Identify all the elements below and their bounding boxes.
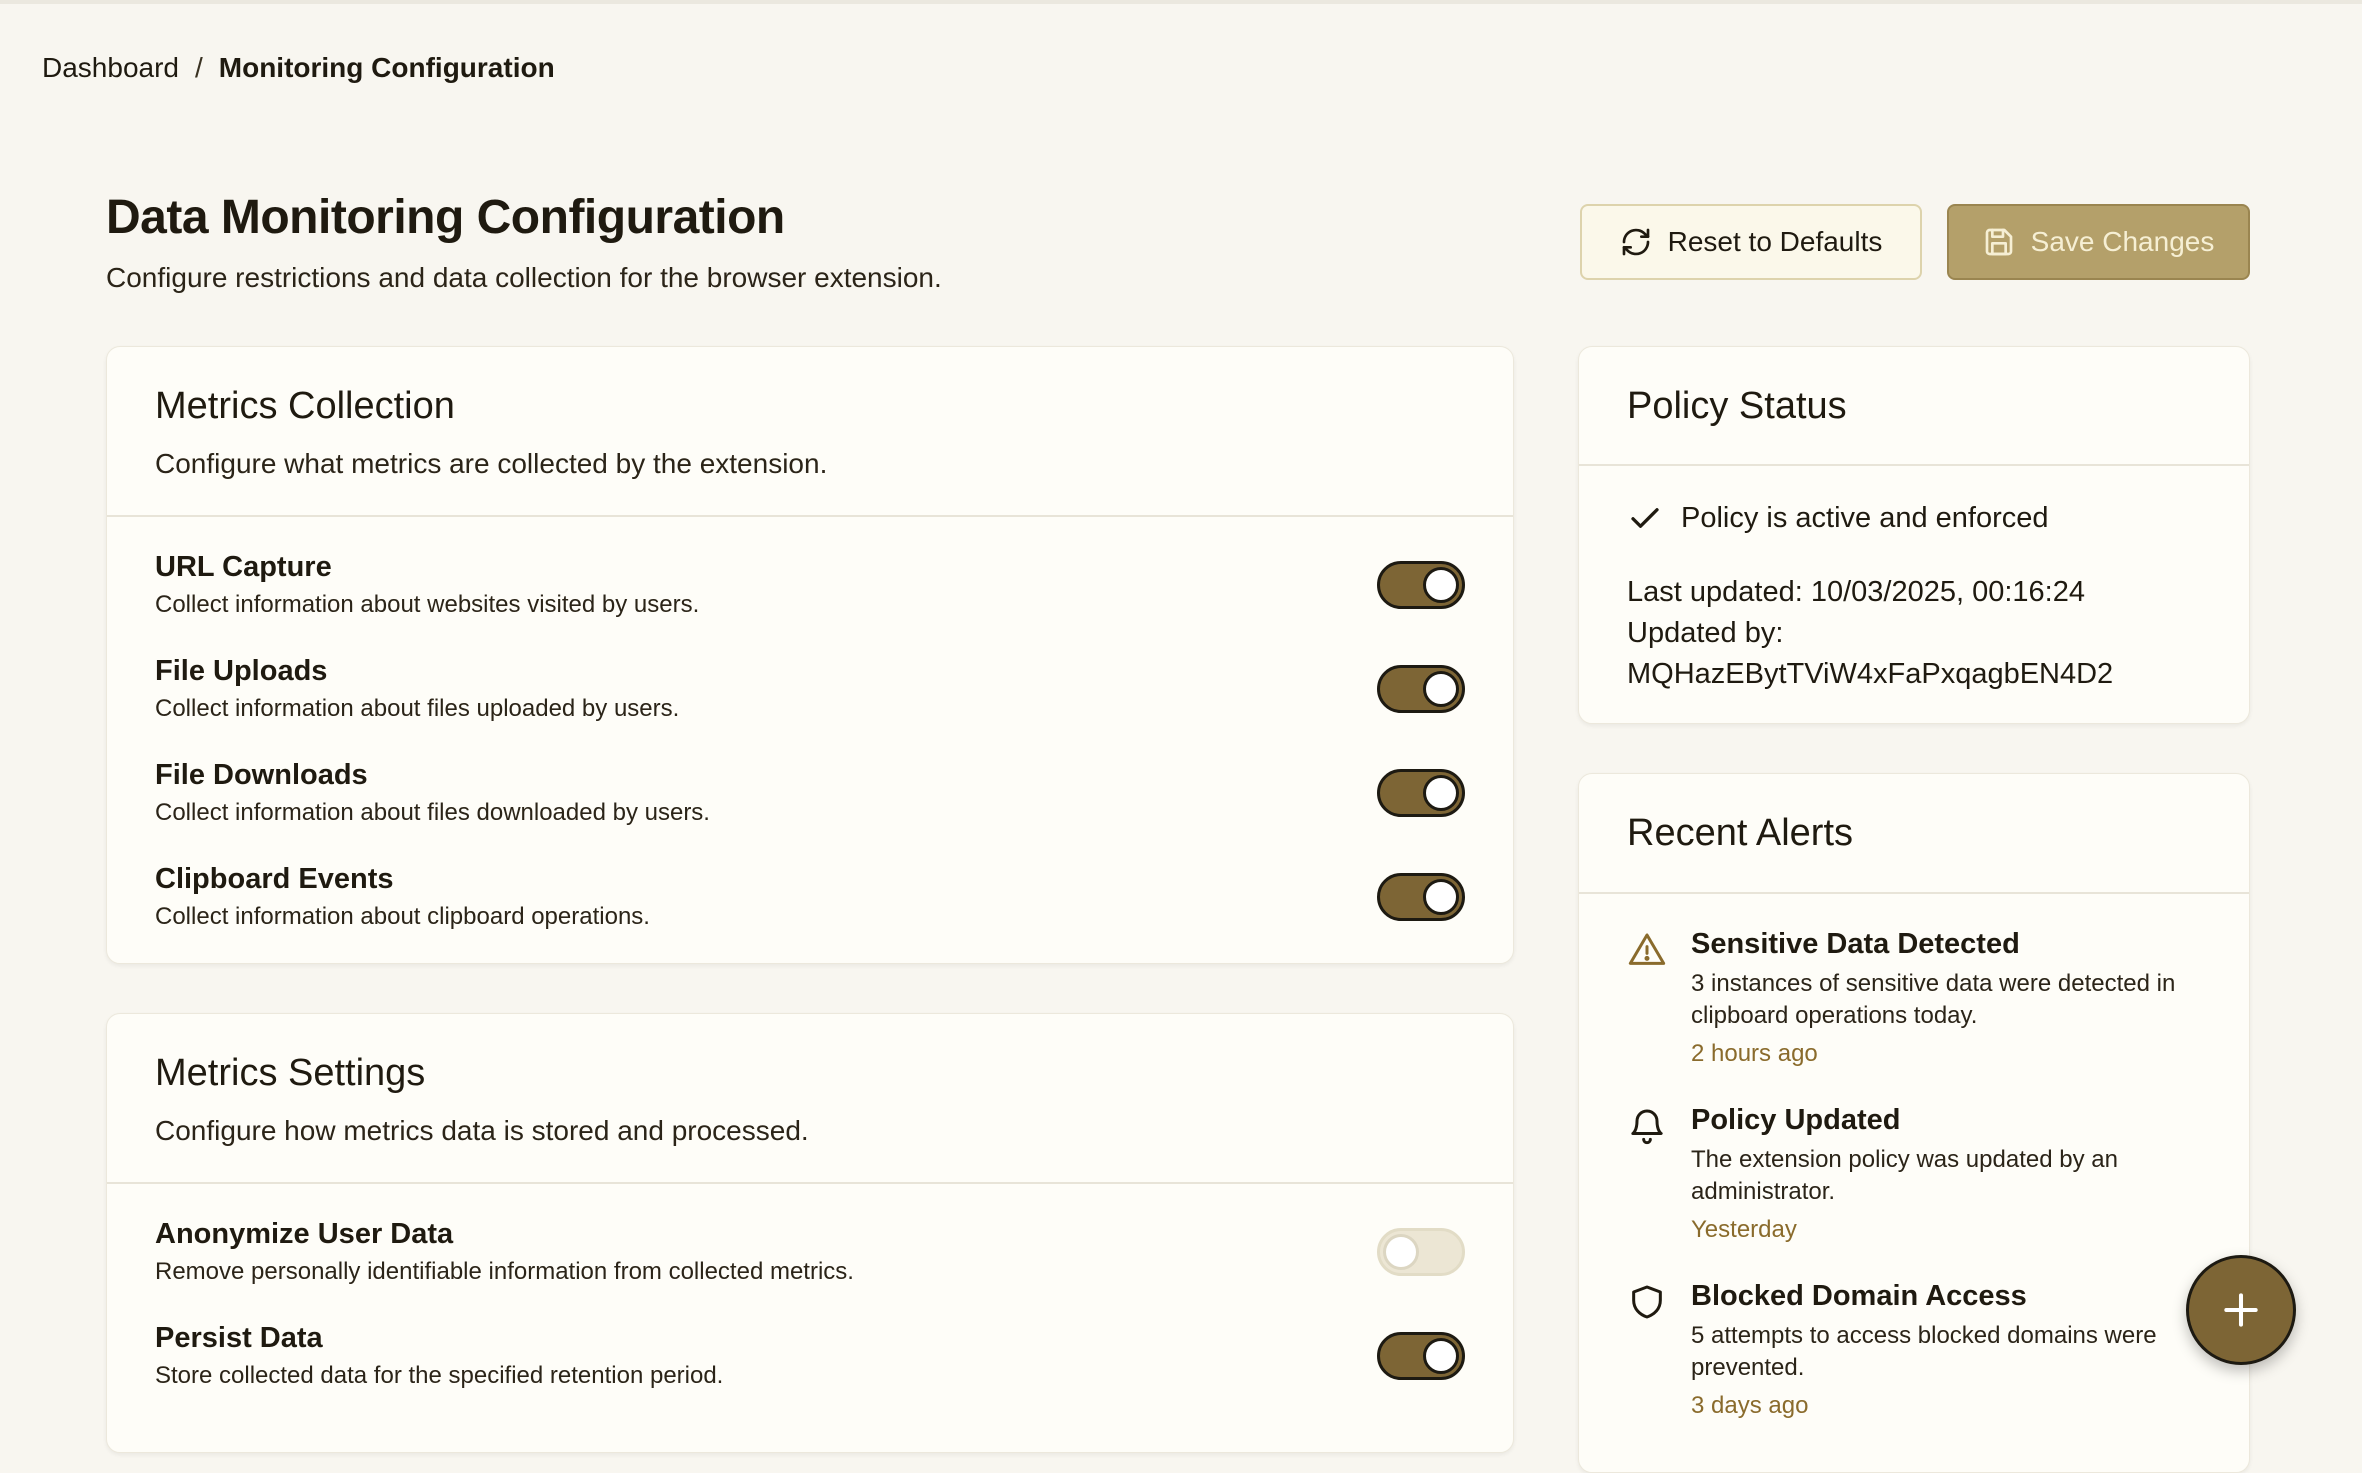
clipboard-events-toggle[interactable]: [1377, 873, 1465, 921]
metrics-collection-card: Metrics Collection Configure what metric…: [106, 346, 1514, 964]
metrics-settings-card: Metrics Settings Configure how metrics d…: [106, 1013, 1514, 1453]
updated-by-value: MQHazEBytTViW4xFaPxqagbEN4D2: [1627, 658, 2114, 690]
recent-alerts-card: Recent Alerts Sensitive Data Detected 3 …: [1578, 773, 2250, 1473]
alert-description: 5 attempts to access blocked domains wer…: [1691, 1322, 2157, 1381]
shield-icon: [1632, 1285, 1662, 1319]
setting-description: Collect information about files uploaded…: [155, 695, 680, 722]
alert-title: Blocked Domain Access: [1691, 1280, 2027, 1312]
add-fab-button[interactable]: [2186, 1255, 2296, 1365]
toggle-knob: [1423, 879, 1459, 915]
metrics-collection-header: Metrics Collection Configure what metric…: [107, 347, 1513, 517]
setting-row-file-uploads: File Uploads Collect information about f…: [155, 655, 1465, 745]
page-title: Data Monitoring Configuration: [106, 191, 785, 244]
bell-icon: [1631, 1109, 1663, 1145]
file-uploads-toggle[interactable]: [1377, 665, 1465, 713]
setting-description: Collect information about clipboard oper…: [155, 903, 650, 930]
alert-item[interactable]: Blocked Domain Access 5 attempts to acce…: [1627, 1280, 2229, 1430]
alert-time: 3 days ago: [1691, 1392, 1809, 1419]
check-icon: [1631, 508, 1659, 528]
plus-icon: [2224, 1293, 2258, 1327]
url-capture-toggle[interactable]: [1377, 561, 1465, 609]
save-button-label: Save Changes: [2030, 226, 2215, 257]
save-icon: [1985, 228, 2012, 256]
alert-title: Sensitive Data Detected: [1691, 928, 2020, 960]
metrics-settings-description: Configure how metrics data is stored and…: [155, 1115, 809, 1146]
alert-title: Policy Updated: [1691, 1104, 1901, 1136]
save-changes-button[interactable]: Save Changes: [1947, 204, 2250, 280]
recent-alerts-title: Recent Alerts: [1627, 812, 1853, 854]
setting-title: Clipboard Events: [155, 863, 394, 895]
setting-description: Remove personally identifiable informati…: [155, 1258, 854, 1285]
last-updated: Last updated: 10/03/2025, 00:16:24: [1627, 576, 2085, 608]
metrics-settings-title: Metrics Settings: [155, 1052, 426, 1094]
warning-icon: [1628, 933, 1666, 965]
file-downloads-toggle[interactable]: [1377, 769, 1465, 817]
breadcrumb-dashboard-link[interactable]: Dashboard: [42, 52, 179, 84]
policy-status-title: Policy Status: [1627, 385, 1847, 427]
policy-active-status: Policy is active and enforced: [1627, 500, 2201, 536]
toggle-knob: [1383, 1234, 1419, 1270]
reset-to-defaults-button[interactable]: Reset to Defaults: [1580, 204, 1922, 280]
setting-description: Store collected data for the specified r…: [155, 1362, 724, 1389]
reset-button-label: Reset to Defaults: [1667, 226, 1883, 257]
alert-time: 2 hours ago: [1691, 1040, 1818, 1067]
breadcrumb: Dashboard / Monitoring Configuration: [42, 52, 555, 84]
breadcrumb-separator: /: [194, 52, 203, 83]
setting-row-persist-data: Persist Data Store collected data for th…: [155, 1322, 1465, 1412]
metrics-settings-header: Metrics Settings Configure how metrics d…: [107, 1014, 1513, 1184]
setting-description: Collect information about files download…: [155, 799, 710, 826]
setting-description: Collect information about websites visit…: [155, 591, 700, 618]
toggle-knob: [1423, 775, 1459, 811]
top-border: [0, 0, 2362, 4]
policy-status-card: Policy Status Policy is active and enfor…: [1578, 346, 2250, 724]
metrics-collection-description: Configure what metrics are collected by …: [155, 448, 828, 479]
setting-title: File Uploads: [155, 655, 328, 687]
updated-by-label: Updated by:: [1627, 617, 1784, 649]
setting-title: URL Capture: [155, 551, 332, 583]
policy-status-text: Policy is active and enforced: [1681, 501, 2049, 534]
alert-time: Yesterday: [1691, 1216, 1797, 1243]
policy-meta: Last updated: 10/03/2025, 00:16:24 Updat…: [1627, 572, 2201, 695]
setting-row-clipboard-events: Clipboard Events Collect information abo…: [155, 863, 1465, 953]
setting-title: Persist Data: [155, 1322, 323, 1354]
breadcrumb-current: Monitoring Configuration: [218, 52, 555, 83]
setting-row-anonymize-user-data: Anonymize User Data Remove personally id…: [155, 1218, 1465, 1308]
alert-item[interactable]: Sensitive Data Detected 3 instances of s…: [1627, 928, 2229, 1078]
toggle-knob: [1423, 1338, 1459, 1374]
refresh-icon: [1622, 228, 1649, 256]
setting-row-file-downloads: File Downloads Collect information about…: [155, 759, 1465, 849]
setting-row-url-capture: URL Capture Collect information about we…: [155, 551, 1465, 641]
setting-title: File Downloads: [155, 759, 368, 791]
alert-description: 3 instances of sensitive data were detec…: [1691, 970, 2176, 1029]
setting-title: Anonymize User Data: [155, 1218, 454, 1250]
persist-data-toggle[interactable]: [1377, 1332, 1465, 1380]
toggle-knob: [1423, 671, 1459, 707]
metrics-collection-title: Metrics Collection: [155, 385, 455, 427]
alert-item[interactable]: Policy Updated The extension policy was …: [1627, 1104, 2229, 1254]
anonymize-user-data-toggle[interactable]: [1377, 1228, 1465, 1276]
alert-description: The extension policy was updated by an a…: [1691, 1146, 2118, 1205]
policy-status-header: Policy Status: [1579, 347, 2249, 466]
recent-alerts-header: Recent Alerts: [1579, 774, 2249, 894]
policy-status-body: Policy is active and enforced Last updat…: [1579, 466, 2249, 723]
page-subtitle: Configure restrictions and data collecti…: [106, 262, 942, 293]
toggle-knob: [1423, 567, 1459, 603]
